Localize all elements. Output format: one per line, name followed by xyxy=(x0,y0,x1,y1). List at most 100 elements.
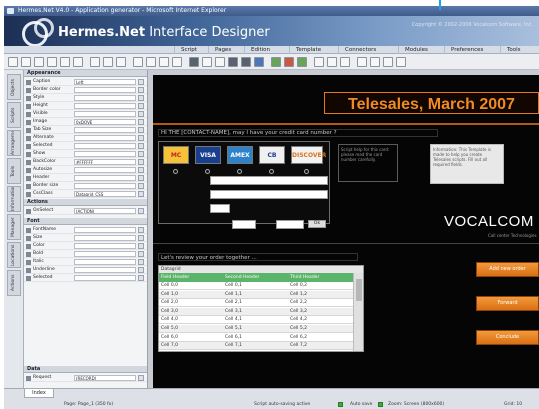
stop-icon[interactable] xyxy=(284,57,294,67)
property-value[interactable] xyxy=(74,259,136,265)
order-datagrid[interactable]: Datagrid Field Header Second Header Thir… xyxy=(158,265,364,352)
table-cell[interactable]: Cell 4,2 xyxy=(288,316,353,324)
paste-icon[interactable] xyxy=(159,57,169,67)
table-cell[interactable]: Cell 5,1 xyxy=(223,325,288,333)
table-cell[interactable]: Cell 4,0 xyxy=(159,316,223,324)
column-header[interactable]: Field Header xyxy=(159,273,223,282)
dropdown-arrow-icon[interactable] xyxy=(138,79,144,85)
table-cell[interactable]: Cell 7,1 xyxy=(223,342,288,350)
card-radio-discover[interactable] xyxy=(304,169,309,174)
radio-tool-icon[interactable] xyxy=(215,57,225,67)
dropdown-arrow-icon[interactable] xyxy=(138,191,144,197)
button-tool-icon[interactable] xyxy=(228,57,238,67)
property-row[interactable]: FontName xyxy=(24,226,147,234)
index-tab[interactable]: Index xyxy=(24,389,54,398)
table-cell[interactable]: Cell 6,0 xyxy=(159,334,223,342)
property-row[interactable]: Image 0xDOVE xyxy=(24,118,147,126)
dropdown-arrow-icon[interactable] xyxy=(138,167,144,173)
table-cell[interactable]: Cell 1,2 xyxy=(288,291,353,299)
table-cell[interactable]: Cell 1,1 xyxy=(223,291,288,299)
property-row[interactable]: Size xyxy=(24,234,147,242)
column-header[interactable]: Third Header xyxy=(288,273,353,282)
table-row[interactable]: Cell 0,0 Cell 0,1 Cell 0,2 xyxy=(159,282,353,290)
table-cell[interactable]: Cell 7,2 xyxy=(288,342,353,350)
property-value[interactable] xyxy=(74,267,136,273)
property-value[interactable] xyxy=(74,111,136,117)
property-value[interactable] xyxy=(74,275,136,281)
run-icon[interactable] xyxy=(271,57,281,67)
table-row[interactable]: Cell 3,0 Cell 3,1 Cell 3,2 xyxy=(159,307,353,316)
property-value[interactable] xyxy=(74,143,136,149)
tab-locations[interactable]: Locations xyxy=(7,242,21,268)
card-radio-cb[interactable] xyxy=(269,169,274,174)
tab-manager[interactable]: Manager xyxy=(7,214,21,240)
grid-tool-icon[interactable] xyxy=(47,57,57,67)
section-appearance[interactable]: Appearance xyxy=(24,70,147,77)
table-cell[interactable]: Cell 1,0 xyxy=(159,291,223,299)
frame-tool-icon[interactable] xyxy=(116,57,126,67)
table-cell[interactable]: Cell 0,2 xyxy=(288,282,353,290)
dropdown-arrow-icon[interactable] xyxy=(138,375,144,381)
dropdown-arrow-icon[interactable] xyxy=(138,275,144,281)
forward-button[interactable]: Forward xyxy=(476,296,539,311)
property-row[interactable]: Selected xyxy=(24,274,147,282)
property-row[interactable]: Color xyxy=(24,242,147,250)
property-value[interactable] xyxy=(74,87,136,93)
table-cell[interactable]: Cell 4,1 xyxy=(223,316,288,324)
delete-icon[interactable] xyxy=(172,57,182,67)
table-row[interactable]: Cell 2,0 Cell 2,1 Cell 2,2 xyxy=(159,299,353,308)
table-cell[interactable]: Cell 3,1 xyxy=(223,308,288,316)
table-row[interactable]: Cell 5,0 Cell 5,1 Cell 5,2 xyxy=(159,325,353,333)
dropdown-arrow-icon[interactable] xyxy=(138,208,144,214)
dropdown-arrow-icon[interactable] xyxy=(138,103,144,109)
property-value[interactable] xyxy=(74,183,136,189)
dropdown-arrow-icon[interactable] xyxy=(138,259,144,265)
design-canvas[interactable]: Telesales, March 2007 HI THE [CONTACT-NA… xyxy=(148,70,539,388)
property-value[interactable]: (ACTION) xyxy=(74,208,136,214)
table-cell[interactable]: Cell 0,1 xyxy=(223,282,288,290)
expiry-field[interactable] xyxy=(210,204,230,213)
table-cell[interactable]: Cell 5,2 xyxy=(288,325,353,333)
align-left-icon[interactable] xyxy=(314,57,324,67)
property-row[interactable]: OnSelect (ACTION) xyxy=(24,207,147,215)
cut-icon[interactable] xyxy=(133,57,143,67)
dropdown-arrow-icon[interactable] xyxy=(138,151,144,157)
property-value[interactable]: #FFFFFF xyxy=(74,159,136,165)
scroll-thumb[interactable] xyxy=(356,279,362,301)
dropdown-arrow-icon[interactable] xyxy=(138,143,144,149)
checkbox-tool-icon[interactable] xyxy=(202,57,212,67)
property-value[interactable] xyxy=(74,175,136,181)
menu-preferences[interactable]: Preferences xyxy=(444,46,483,54)
property-row[interactable]: Bold xyxy=(24,250,147,258)
table-row[interactable]: Cell 7,0 Cell 7,1 Cell 7,2 xyxy=(159,342,353,351)
property-row[interactable]: Tab Size xyxy=(24,126,147,134)
property-row[interactable]: Alternate xyxy=(24,134,147,142)
tab-information[interactable]: Information xyxy=(7,186,21,212)
dropdown-arrow-icon[interactable] xyxy=(138,119,144,125)
property-row[interactable]: Autosize xyxy=(24,166,147,174)
cvv-field[interactable] xyxy=(232,220,256,229)
property-value[interactable] xyxy=(74,103,136,109)
menu-template[interactable]: Template xyxy=(289,46,321,54)
line-tool-icon[interactable] xyxy=(34,57,44,67)
align-center-icon[interactable] xyxy=(327,57,337,67)
tab-actions[interactable]: Actions xyxy=(7,270,21,296)
table-cell[interactable]: Cell 7,0 xyxy=(159,342,223,350)
table-cell[interactable]: Cell 3,2 xyxy=(288,308,353,316)
table-cell[interactable]: Cell 6,1 xyxy=(223,334,288,342)
property-row[interactable]: Selected xyxy=(24,142,147,150)
ok-button[interactable]: Ok xyxy=(308,220,326,228)
property-row[interactable]: Height xyxy=(24,102,147,110)
dropdown-arrow-icon[interactable] xyxy=(138,267,144,273)
dropdown-arrow-icon[interactable] xyxy=(138,251,144,257)
dropdown-arrow-icon[interactable] xyxy=(138,127,144,133)
align-right-icon[interactable] xyxy=(340,57,350,67)
property-value[interactable] xyxy=(74,235,136,241)
pen-icon[interactable] xyxy=(357,57,367,67)
property-value[interactable]: 0xDOVE xyxy=(74,119,136,125)
dropdown-arrow-icon[interactable] xyxy=(138,183,144,189)
combo-tool-icon[interactable] xyxy=(103,57,113,67)
tab-tools[interactable]: Tools xyxy=(7,158,21,184)
refresh-icon[interactable] xyxy=(297,57,307,67)
property-row[interactable]: Border color xyxy=(24,86,147,94)
